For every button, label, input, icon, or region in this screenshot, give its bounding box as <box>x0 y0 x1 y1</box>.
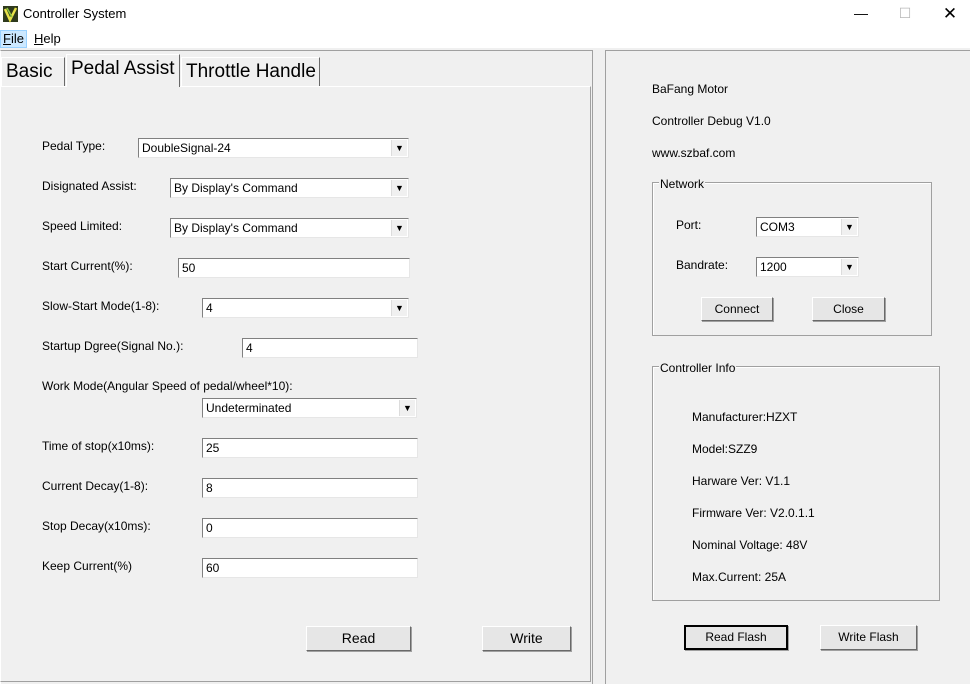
startup-degree-label: Startup Dgree(Signal No.): <box>42 339 184 353</box>
connect-button[interactable]: Connect <box>701 297 773 321</box>
chevron-down-icon[interactable]: ▼ <box>391 300 407 316</box>
hardware-version-text: Harware Ver: V1.1 <box>692 474 791 488</box>
baudrate-select[interactable]: 1200 ▼ <box>756 257 859 277</box>
model-text: Model:SZZ9 <box>692 442 758 456</box>
read-flash-button[interactable]: Read Flash <box>684 625 788 650</box>
menu-help-label: elp <box>43 31 61 46</box>
tab-pedal-assist[interactable]: Pedal Assist <box>66 54 180 87</box>
max-current-text: Max.Current: 25A <box>692 570 787 584</box>
designated-assist-value: By Display's Command <box>174 181 298 195</box>
keep-current-label: Keep Current(%) <box>42 559 133 573</box>
designated-assist-select[interactable]: By Display's Command ▼ <box>170 178 409 198</box>
tab-basic[interactable]: Basic <box>1 57 65 86</box>
speed-limited-select[interactable]: By Display's Command ▼ <box>170 218 409 238</box>
brand-name-text: BaFang Motor <box>652 82 729 96</box>
website-text: www.szbaf.com <box>652 146 736 160</box>
write-button[interactable]: Write <box>482 626 571 651</box>
slow-start-mode-value: 4 <box>206 301 213 315</box>
close-window-button[interactable]: ✕ <box>927 0 970 29</box>
current-decay-input[interactable]: 8 <box>202 478 418 498</box>
menu-file-label: ile <box>10 31 24 46</box>
close-port-button[interactable]: Close <box>812 297 885 321</box>
startup-degree-input[interactable]: 4 <box>242 338 418 358</box>
menu-help[interactable]: Help <box>32 30 63 48</box>
stop-decay-input[interactable]: 0 <box>202 518 418 538</box>
time-of-stop-label: Time of stop(x10ms): <box>42 439 155 453</box>
firmware-version-text: Firmware Ver: V2.0.1.1 <box>692 506 815 520</box>
designated-assist-label: Disignated Assist: <box>42 179 137 193</box>
baudrate-value: 1200 <box>760 260 787 274</box>
chevron-down-icon[interactable]: ▼ <box>391 180 407 196</box>
maximize-button[interactable]: ☐ <box>882 0 928 29</box>
controller-info-group-title: Controller Info <box>659 361 737 375</box>
start-current-input[interactable]: 50 <box>178 258 410 278</box>
chevron-down-icon[interactable]: ▼ <box>841 259 857 275</box>
chevron-down-icon[interactable]: ▼ <box>841 219 857 235</box>
network-group-title: Network <box>659 177 706 191</box>
port-value: COM3 <box>760 220 795 234</box>
slow-start-mode-label: Slow-Start Mode(1-8): <box>42 299 160 313</box>
window-title: Controller System <box>23 6 127 21</box>
menu-bar: File Help <box>0 29 970 48</box>
app-version-text: Controller Debug V1.0 <box>652 114 771 128</box>
time-of-stop-input[interactable]: 25 <box>202 438 418 458</box>
chevron-down-icon[interactable]: ▼ <box>391 140 407 156</box>
keep-current-input[interactable]: 60 <box>202 558 418 578</box>
chevron-down-icon[interactable]: ▼ <box>399 400 415 416</box>
port-select[interactable]: COM3 ▼ <box>756 217 859 237</box>
speed-limited-value: By Display's Command <box>174 221 298 235</box>
baudrate-label: Bandrate: <box>676 258 729 272</box>
work-mode-label: Work Mode(Angular Speed of pedal/wheel*1… <box>42 379 293 393</box>
pedal-type-value: DoubleSignal-24 <box>142 141 231 155</box>
app-logo-icon <box>3 6 18 23</box>
write-flash-button[interactable]: Write Flash <box>820 625 917 650</box>
port-label: Port: <box>676 218 702 232</box>
title-bar: Controller System — ☐ ✕ <box>0 0 970 29</box>
work-mode-value: Undeterminated <box>206 401 292 415</box>
current-decay-label: Current Decay(1-8): <box>42 479 149 493</box>
work-mode-select[interactable]: Undeterminated ▼ <box>202 398 417 418</box>
pedal-type-select[interactable]: DoubleSignal-24 ▼ <box>138 138 409 158</box>
menu-help-hotkey: H <box>34 31 44 46</box>
tab-throttle-handle[interactable]: Throttle Handle <box>181 57 320 86</box>
minimize-button[interactable]: — <box>838 0 884 29</box>
start-current-label: Start Current(%): <box>42 259 133 273</box>
speed-limited-label: Speed Limited: <box>42 219 123 233</box>
slow-start-mode-select[interactable]: 4 ▼ <box>202 298 409 318</box>
pedal-type-label: Pedal Type: <box>42 139 106 153</box>
stop-decay-label: Stop Decay(x10ms): <box>42 519 151 533</box>
nominal-voltage-text: Nominal Voltage: 48V <box>692 538 808 552</box>
manufacturer-text: Manufacturer:HZXT <box>692 410 798 424</box>
menu-file[interactable]: File <box>0 30 27 48</box>
chevron-down-icon[interactable]: ▼ <box>391 220 407 236</box>
menu-file-hotkey: F <box>3 31 11 46</box>
read-button[interactable]: Read <box>306 626 411 651</box>
